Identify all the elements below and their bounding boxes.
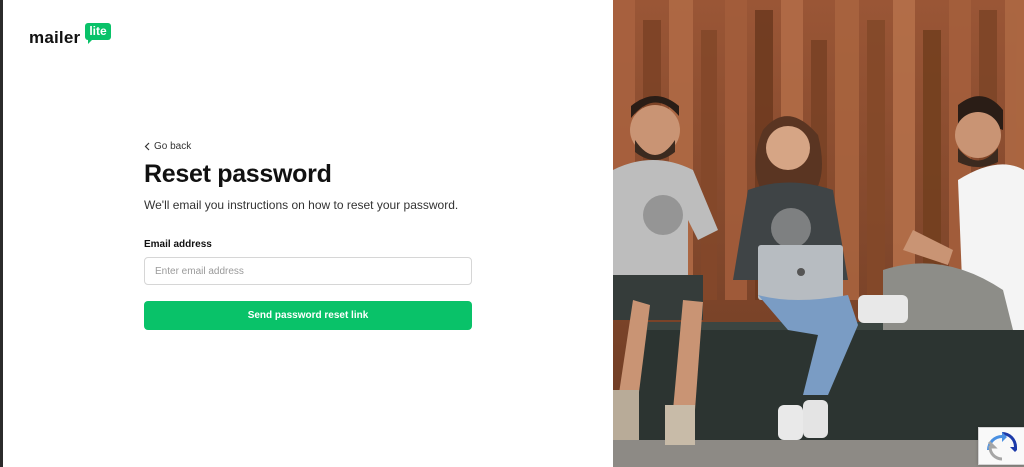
logo-badge: lite — [85, 23, 111, 44]
email-label: Email address — [144, 239, 212, 250]
login-panel: mailer lite Go back Reset password We'll… — [0, 0, 613, 467]
logo-wordmark: mailer — [29, 28, 81, 47]
page-title: Reset password — [144, 160, 332, 188]
page-subtitle: We'll email you instructions on how to r… — [144, 198, 459, 212]
hero-photo-illustration — [613, 0, 1024, 467]
recaptcha-badge[interactable] — [978, 427, 1024, 465]
recaptcha-icon — [987, 432, 1017, 461]
go-back-link[interactable]: Go back — [144, 141, 191, 152]
go-back-label: Go back — [154, 141, 192, 152]
email-input[interactable] — [144, 257, 472, 285]
hero-photo — [613, 0, 1024, 467]
chevron-left-icon — [144, 142, 150, 151]
send-reset-link-button[interactable]: Send password reset link — [144, 301, 472, 330]
